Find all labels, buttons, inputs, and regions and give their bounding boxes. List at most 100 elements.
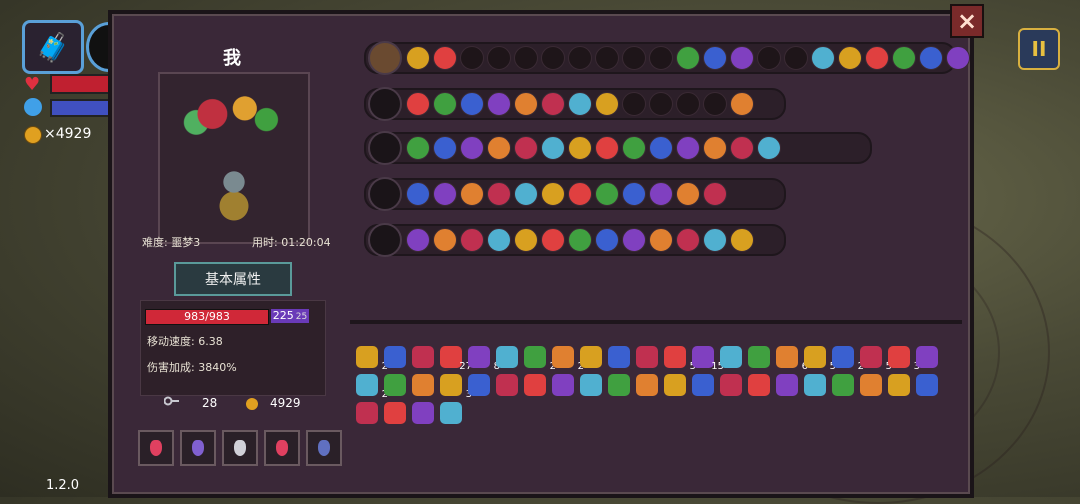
inventory-item[interactable] [664,374,686,396]
rune-slot[interactable] [649,136,673,160]
rune-slot[interactable] [433,92,457,116]
inventory-item[interactable] [384,374,406,396]
rune-slot[interactable] [595,46,619,70]
rune-slot[interactable] [703,182,727,206]
inventory-item[interactable] [468,374,490,396]
rune-slot[interactable] [595,182,619,206]
rune-slot[interactable] [676,92,700,116]
rune-slot[interactable] [703,136,727,160]
inventory-item[interactable] [776,374,798,396]
inventory-item[interactable] [916,374,938,396]
rune-slot[interactable] [433,228,457,252]
rune-slot[interactable] [676,46,700,70]
rune-slot[interactable] [406,228,430,252]
rune-slot[interactable] [730,46,754,70]
rune-slot[interactable] [892,46,916,70]
rune-slot[interactable] [730,136,754,160]
inventory-item[interactable] [412,374,434,396]
inventory-item[interactable] [720,346,742,368]
staff-icon[interactable] [368,87,402,121]
rune-slot[interactable] [460,136,484,160]
rune-slot[interactable] [595,228,619,252]
rune-slot[interactable] [460,228,484,252]
inventory-item[interactable] [692,374,714,396]
inventory-item[interactable] [608,346,630,368]
inventory-item[interactable]: 8 [468,346,500,372]
inventory-item[interactable]: 5 [860,346,892,372]
rune-slot[interactable] [406,136,430,160]
inventory-item[interactable] [636,374,658,396]
rune-slot[interactable] [487,228,511,252]
rune-slot[interactable] [487,136,511,160]
inventory-item[interactable]: 2 [552,346,584,372]
inventory-item[interactable]: 2 [356,374,388,400]
rune-slot[interactable] [676,182,700,206]
inventory-item[interactable]: 2 [524,346,556,372]
rune-slot[interactable] [676,228,700,252]
rune-slot[interactable] [784,46,808,70]
potion-slot[interactable] [306,430,342,466]
rune-slot[interactable] [460,182,484,206]
rune-slot[interactable] [433,136,457,160]
rune-slot[interactable] [622,182,646,206]
rune-slot[interactable] [865,46,889,70]
inventory-item[interactable] [636,346,658,368]
rune-slot[interactable] [568,136,592,160]
inventory-item[interactable]: 5 [664,346,696,372]
inventory-item[interactable] [608,374,630,396]
potion-slot[interactable] [138,430,174,466]
inventory-item[interactable] [832,374,854,396]
rune-slot[interactable] [460,46,484,70]
chest-icon[interactable] [368,41,402,75]
rune-slot[interactable] [568,92,592,116]
rune-slot[interactable] [541,92,565,116]
inventory-item[interactable] [580,374,602,396]
rune-slot[interactable] [568,228,592,252]
potion-slot[interactable] [222,430,258,466]
rune-slot[interactable] [487,92,511,116]
rune-slot[interactable] [514,46,538,70]
rune-slot[interactable] [757,46,781,70]
inventory-item[interactable] [356,402,378,424]
potion-slot[interactable] [264,430,300,466]
rune-slot[interactable] [730,228,754,252]
rune-slot[interactable] [433,182,457,206]
staff-icon[interactable] [368,177,402,211]
rune-slot[interactable] [568,46,592,70]
rune-slot[interactable] [595,92,619,116]
rune-slot[interactable] [541,136,565,160]
chest-icon[interactable]: 🧳 [22,20,84,74]
inventory-item[interactable] [748,374,770,396]
rune-slot[interactable] [649,92,673,116]
rune-slot[interactable] [622,136,646,160]
rune-slot[interactable] [703,92,727,116]
inventory-item[interactable] [580,346,602,368]
inventory-item[interactable] [440,402,462,424]
inventory-item[interactable]: 2 [832,346,864,372]
staff-icon[interactable] [368,223,402,257]
rune-slot[interactable] [703,46,727,70]
rune-slot[interactable] [622,46,646,70]
rune-slot[interactable] [514,182,538,206]
pause-button[interactable]: II [1018,28,1060,70]
rune-slot[interactable] [406,182,430,206]
inventory-item[interactable] [384,346,406,368]
rune-slot[interactable] [919,46,943,70]
rune-slot[interactable] [649,46,673,70]
inventory-item[interactable] [412,402,434,424]
rune-slot[interactable] [811,46,835,70]
rune-slot[interactable] [676,136,700,160]
rune-slot[interactable] [541,182,565,206]
rune-slot[interactable] [568,182,592,206]
rune-slot[interactable] [406,46,430,70]
rune-slot[interactable] [622,92,646,116]
inventory-item[interactable]: 3 [440,374,472,400]
rune-slot[interactable] [541,228,565,252]
rune-slot[interactable] [649,182,673,206]
rune-slot[interactable] [541,46,565,70]
inventory-item[interactable] [524,374,546,396]
inventory-item[interactable]: 3 [888,346,920,372]
close-button[interactable]: × [950,4,984,38]
rune-slot[interactable] [622,228,646,252]
inventory-item[interactable] [384,402,406,424]
